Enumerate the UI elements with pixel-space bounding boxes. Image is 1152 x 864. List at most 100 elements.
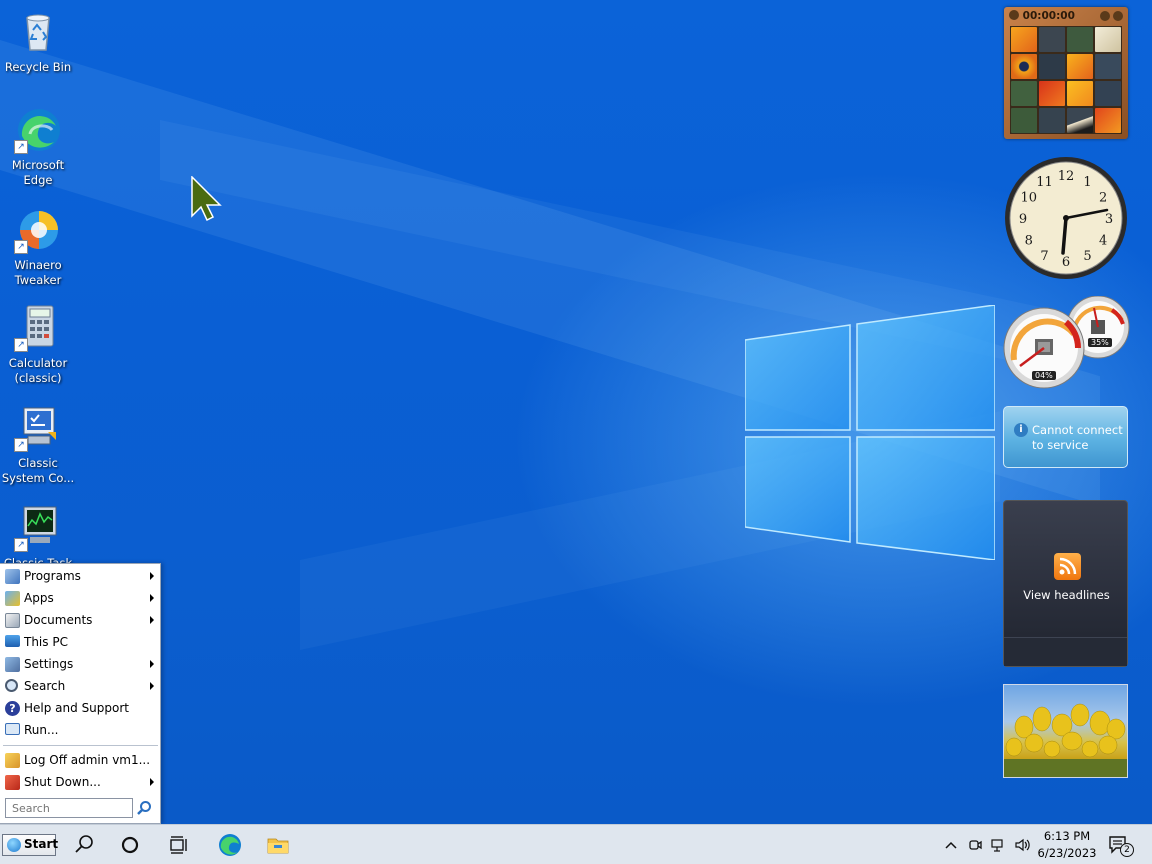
weather-gadget[interactable]: i Cannot connect to service (1003, 406, 1128, 468)
submenu-arrow-icon (150, 682, 154, 690)
puzzle-tile[interactable] (1011, 81, 1037, 106)
task-view-icon[interactable] (166, 833, 190, 857)
start-menu-item-label: Programs (24, 569, 81, 583)
documents-icon (5, 613, 20, 628)
desktop-icon-label: Calculator (classic) (8, 356, 68, 385)
meet-now-icon[interactable] (967, 837, 983, 853)
tulips-photo (1004, 703, 1127, 777)
puzzle-tile[interactable] (1039, 81, 1065, 106)
start-menu-item-label: Shut Down... (24, 775, 101, 789)
puzzle-tile[interactable] (1067, 27, 1093, 52)
feed-headlines-gadget[interactable]: View headlines (1003, 500, 1128, 667)
network-icon[interactable] (990, 837, 1006, 853)
puzzle-tile[interactable] (1095, 81, 1121, 106)
start-menu-item-label: Help and Support (24, 701, 129, 715)
puzzle-tile[interactable] (1011, 54, 1037, 79)
start-menu-item-this-pc[interactable]: This PC (0, 631, 160, 653)
puzzle-tile[interactable] (1011, 108, 1037, 133)
start-menu-item-label: Log Off admin vm1... (24, 753, 151, 767)
puzzle-tile[interactable] (1039, 27, 1065, 52)
memory-percent: 35% (1088, 338, 1112, 347)
slideshow-gadget[interactable] (1003, 684, 1128, 778)
taskbar-time: 6:13 PM (1043, 829, 1091, 843)
start-menu-item-programs[interactable]: Programs (0, 565, 160, 587)
clock-number: 9 (1019, 212, 1027, 227)
shortcut-arrow-icon: ↗ (14, 538, 28, 552)
start-menu-item-run[interactable]: Run... (0, 719, 160, 741)
start-menu-item-label: Apps (24, 591, 54, 605)
clock-number: 3 (1105, 212, 1113, 227)
clock-number: 8 (1025, 234, 1033, 249)
submenu-arrow-icon (150, 594, 154, 602)
start-menu: Programs Apps Documents This PC Settings… (0, 563, 161, 824)
puzzle-tile[interactable] (1067, 108, 1093, 133)
picture-puzzle-gadget[interactable]: 00:00:00 (1004, 7, 1128, 139)
edge-taskbar-icon[interactable] (218, 833, 242, 857)
info-icon: i (1014, 423, 1028, 437)
notification-count-badge: 2 (1120, 843, 1134, 857)
action-center-button[interactable]: 2 (1108, 835, 1134, 857)
desktop[interactable]: Recycle Bin ↗ Microsoft Edge ↗ Winaero T… (0, 0, 1152, 824)
start-button[interactable]: Start (2, 834, 58, 856)
show-hidden-icons-chevron-icon[interactable] (943, 837, 959, 853)
cortana-icon[interactable] (118, 833, 142, 857)
desktop-icon-label: Recycle Bin (4, 60, 72, 74)
puzzle-tile[interactable] (1067, 81, 1093, 106)
clock-number: 12 (1058, 169, 1075, 184)
puzzle-tile[interactable] (1039, 54, 1065, 79)
system-control-icon: ↗ (14, 404, 62, 452)
weather-message-line: to service (1032, 438, 1089, 452)
programs-icon (5, 569, 20, 584)
desktop-icon-recycle-bin[interactable]: Recycle Bin (0, 8, 76, 75)
cpu-percent: 04% (1032, 371, 1056, 380)
puzzle-back-icon[interactable] (1009, 10, 1019, 20)
puzzle-tile[interactable] (1095, 54, 1121, 79)
puzzle-shuffle-icon[interactable] (1113, 11, 1123, 21)
start-menu-item-label: Run... (24, 723, 59, 737)
submenu-arrow-icon (150, 660, 154, 668)
task-manager-icon: ↗ (14, 504, 62, 552)
view-headlines-link[interactable]: View headlines (1004, 588, 1129, 602)
puzzle-tile[interactable] (1011, 27, 1037, 52)
clock-number: 5 (1083, 249, 1091, 264)
cpu-meter-gadget[interactable]: 04% 35% (1002, 295, 1130, 392)
start-menu-item-label: Settings (24, 657, 74, 671)
search-button-icon[interactable] (136, 800, 152, 816)
desktop-icon-calculator[interactable]: ↗ Calculator (classic) (0, 304, 76, 386)
start-menu-item-apps[interactable]: Apps (0, 587, 160, 609)
clock-gadget[interactable]: 12 12 3 45678 9 1011 (1003, 155, 1129, 281)
puzzle-help-icon[interactable] (1100, 11, 1110, 21)
desktop-icon-classic-system-control[interactable]: ↗ Classic System Co... (0, 404, 76, 486)
puzzle-tile[interactable] (1067, 54, 1093, 79)
clock-number: 11 (1036, 175, 1053, 190)
start-menu-item-log-off[interactable]: Log Off admin vm1... (0, 749, 160, 771)
desktop-icon-microsoft-edge[interactable]: ↗ Microsoft Edge (0, 106, 76, 188)
start-menu-search-box[interactable] (5, 798, 138, 818)
start-menu-item-help[interactable]: ? Help and Support (0, 697, 160, 719)
clock-number: 1 (1083, 175, 1091, 190)
volume-icon[interactable] (1014, 837, 1030, 853)
start-menu-search-input[interactable] (6, 799, 138, 817)
desktop-icon-winaero-tweaker[interactable]: ↗ Winaero Tweaker (0, 206, 76, 288)
edge-icon: ↗ (14, 106, 62, 154)
taskbar-clock[interactable]: 6:13 PM 6/23/2023 (1036, 828, 1098, 862)
puzzle-grid[interactable] (1010, 26, 1122, 134)
puzzle-tile[interactable] (1095, 108, 1121, 133)
start-menu-item-documents[interactable]: Documents (0, 609, 160, 631)
puzzle-tile[interactable] (1039, 108, 1065, 133)
desktop-icon-classic-task-manager[interactable]: ↗ Classic Task (0, 504, 76, 571)
search-icon[interactable] (72, 833, 96, 857)
submenu-arrow-icon (150, 572, 154, 580)
start-menu-item-settings[interactable]: Settings (0, 653, 160, 675)
weather-message: Cannot connect to service (1032, 423, 1123, 453)
clock-number: 7 (1040, 249, 1048, 264)
log-off-icon (5, 753, 20, 768)
start-orb-icon (7, 838, 21, 852)
apps-icon (5, 591, 20, 606)
clock-number: 4 (1099, 234, 1107, 249)
file-explorer-icon[interactable] (266, 833, 290, 857)
start-menu-item-shut-down[interactable]: Shut Down... (0, 771, 160, 793)
start-menu-item-search[interactable]: Search (0, 675, 160, 697)
puzzle-tile[interactable] (1095, 27, 1121, 52)
shutdown-icon (5, 775, 20, 790)
